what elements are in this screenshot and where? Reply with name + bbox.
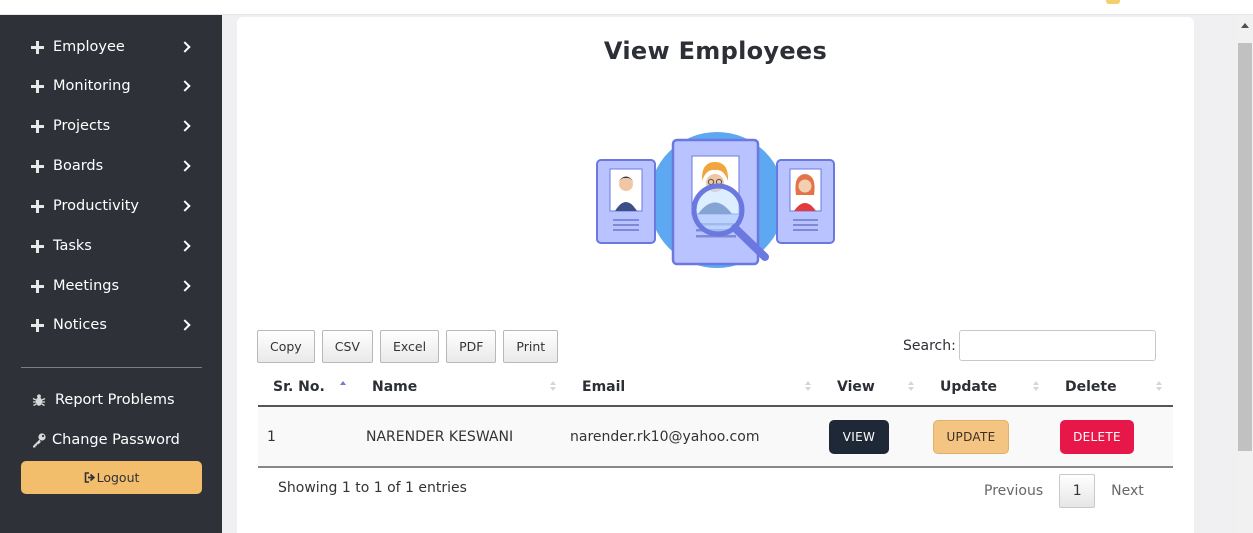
plus-icon — [31, 199, 44, 213]
sort-icon — [908, 381, 915, 393]
pdf-button[interactable]: PDF — [446, 330, 497, 363]
bug-icon — [32, 394, 46, 407]
column-header-label: Sr. No. — [273, 378, 325, 395]
key-icon — [33, 433, 46, 448]
plus-icon — [31, 318, 44, 332]
sidebar-item-employee[interactable]: Employee — [31, 34, 194, 60]
cell-sr-no: 1 — [258, 406, 357, 468]
column-header-view[interactable]: View — [822, 368, 925, 407]
sidebar-item-monitoring[interactable]: Monitoring — [31, 73, 194, 99]
content-card: View Employees Copy CSV Excel PDF Print … — [237, 17, 1194, 533]
sidebar: Employee Monitoring Projects Boards Prod… — [0, 15, 222, 533]
chevron-right-icon — [179, 80, 191, 92]
sidebar-item-label: Meetings — [53, 278, 120, 294]
plus-icon — [31, 279, 44, 293]
cell-delete: DELETE — [1050, 406, 1173, 468]
column-header-label: Delete — [1065, 378, 1117, 395]
table-info: Showing 1 to 1 of 1 entries — [278, 480, 467, 496]
table-search: Search: — [903, 330, 1156, 361]
page-scrollbar[interactable] — [1237, 15, 1253, 533]
column-header-email[interactable]: Email — [567, 368, 822, 407]
sidebar-item-productivity[interactable]: Productivity — [31, 193, 194, 219]
plus-icon — [31, 239, 44, 253]
plus-icon — [31, 40, 44, 54]
column-header-name[interactable]: Name — [357, 368, 567, 407]
sidebar-item-boards[interactable]: Boards — [31, 153, 194, 179]
cell-name: NARENDER KESWANI — [357, 406, 567, 468]
report-problems-label: Report Problems — [55, 392, 175, 408]
sort-ascending-icon — [340, 381, 347, 393]
delete-button[interactable]: DELETE — [1060, 419, 1134, 454]
cell-view: VIEW — [822, 406, 925, 468]
sign-out-icon — [84, 472, 95, 483]
sidebar-item-label: Projects — [53, 118, 111, 134]
sidebar-item-projects[interactable]: Projects — [31, 113, 194, 139]
logout-label: Logout — [96, 470, 140, 485]
sidebar-item-label: Boards — [53, 158, 104, 174]
sort-icon — [1033, 381, 1040, 393]
change-password-link[interactable]: Change Password — [31, 428, 180, 452]
sort-icon — [1156, 381, 1163, 393]
table-header-row: Sr. No. Name Email View Update Delete — [258, 368, 1173, 407]
chevron-right-icon — [179, 280, 191, 292]
csv-button[interactable]: CSV — [321, 330, 373, 363]
chevron-right-icon — [179, 41, 191, 53]
column-header-sr-no[interactable]: Sr. No. — [258, 368, 357, 407]
employees-search-illustration — [596, 132, 835, 268]
chevron-right-icon — [179, 319, 191, 331]
plus-icon — [31, 159, 44, 173]
cell-email: narender.rk10@yahoo.com — [567, 406, 822, 468]
column-header-update[interactable]: Update — [925, 368, 1050, 407]
chevron-right-icon — [179, 120, 191, 132]
search-label: Search: — [903, 337, 956, 354]
column-header-label: View — [837, 378, 875, 395]
update-button[interactable]: UPDATE — [933, 419, 1009, 454]
plus-icon — [31, 79, 44, 93]
sidebar-item-label: Employee — [53, 39, 125, 55]
previous-page-button[interactable]: Previous — [984, 483, 1043, 499]
sidebar-item-label: Tasks — [53, 238, 92, 254]
view-button[interactable]: VIEW — [829, 419, 889, 454]
sidebar-item-label: Productivity — [53, 198, 139, 214]
search-input[interactable] — [958, 330, 1156, 361]
export-buttons: Copy CSV Excel PDF Print — [257, 330, 559, 363]
chevron-right-icon — [179, 200, 191, 212]
sort-icon — [805, 381, 812, 393]
sidebar-item-notices[interactable]: Notices — [31, 312, 194, 338]
page-title: View Employees — [603, 37, 828, 65]
cell-update: UPDATE — [925, 406, 1050, 468]
column-header-label: Update — [940, 378, 998, 395]
sidebar-item-label: Monitoring — [53, 78, 131, 94]
column-header-label: Name — [372, 378, 418, 395]
copy-button[interactable]: Copy — [257, 330, 315, 363]
column-header-delete[interactable]: Delete — [1050, 368, 1173, 407]
report-problems-link[interactable]: Report Problems — [31, 388, 175, 412]
print-button[interactable]: Print — [503, 330, 559, 363]
sidebar-item-label: Notices — [53, 317, 107, 333]
employees-table: Sr. No. Name Email View Update Delete 1 … — [258, 368, 1173, 468]
sidebar-item-meetings[interactable]: Meetings — [31, 273, 194, 299]
chevron-right-icon — [179, 160, 191, 172]
chevron-right-icon — [179, 240, 191, 252]
next-page-button[interactable]: Next — [1111, 483, 1144, 499]
scrollbar-thumb[interactable] — [1238, 43, 1252, 451]
logout-button[interactable]: Logout — [21, 461, 202, 494]
scroll-up-arrow-icon[interactable] — [1241, 23, 1249, 28]
sort-icon — [550, 381, 557, 393]
sidebar-divider — [21, 367, 202, 368]
excel-button[interactable]: Excel — [379, 330, 440, 363]
plus-icon — [31, 119, 44, 133]
pagination: Previous 1 Next — [984, 474, 1144, 508]
table-row: 1 NARENDER KESWANI narender.rk10@yahoo.c… — [258, 406, 1173, 468]
top-bar — [0, 0, 1253, 15]
current-page-button[interactable]: 1 — [1059, 474, 1096, 508]
notification-icon[interactable] — [1106, 0, 1120, 4]
sidebar-item-tasks[interactable]: Tasks — [31, 233, 194, 259]
column-header-label: Email — [582, 378, 626, 395]
change-password-label: Change Password — [52, 432, 180, 448]
